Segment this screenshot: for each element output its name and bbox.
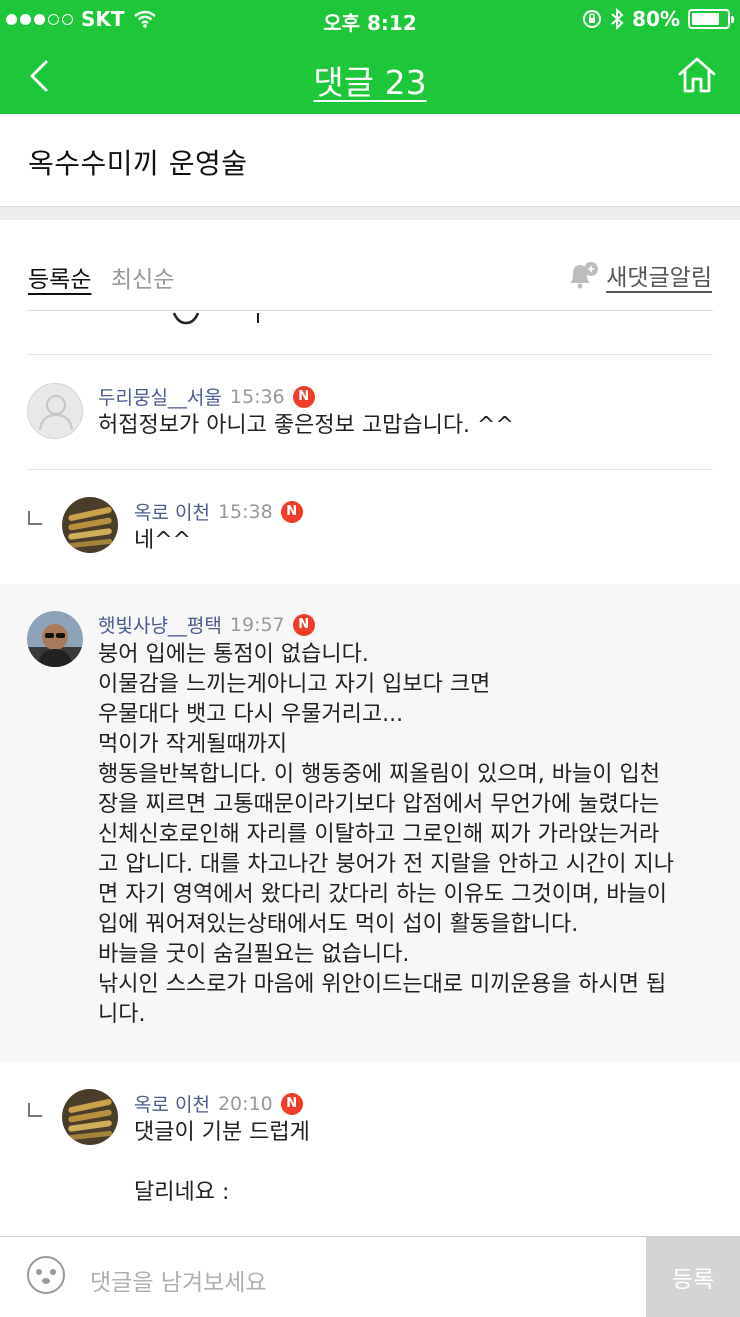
status-right: 80% [582, 7, 734, 31]
comment-item: 햇빛사냥__평택 19:57 N 붕어 입에는 통점이 없습니다. 이물감을 느… [0, 584, 740, 1062]
nav-bar: 댓글 23 [0, 40, 740, 114]
avatar[interactable] [27, 383, 83, 439]
avatar[interactable] [62, 497, 118, 553]
comment-meta: 햇빛사냥__평택 19:57 N [98, 611, 315, 638]
sort-by-registration-tab[interactable]: 등록순 [28, 260, 91, 294]
author-name[interactable]: 햇빛사냥__평택 [98, 611, 222, 638]
new-badge: N [292, 385, 315, 408]
comment-item: 두리뭉실__서울 15:36 N 허접정보가 아니고 좋은정보 고맙습니다. ^… [0, 355, 740, 469]
comment-meta: 옥로 이천 15:38 N [134, 498, 303, 525]
comment-meta: 옥로 이천 20:10 N [134, 1090, 303, 1117]
previous-comment-fragment [0, 311, 740, 355]
comment-text: 붕어 입에는 통점이 없습니다. 이물감을 느끼는게아니고 자기 입보다 크면 … [98, 642, 674, 1027]
avatar-photo [27, 611, 83, 667]
post-title[interactable]: 옥수수미끼 운영술 [0, 114, 740, 206]
battery-percent: 80% [632, 7, 680, 31]
battery-icon [688, 9, 734, 29]
new-comment-alert-label: 새댓글알림 [606, 265, 712, 291]
author-name[interactable]: 옥로 이천 [134, 498, 210, 525]
status-bar: SKT 오후 8:12 80% [0, 0, 740, 40]
default-user-icon [39, 395, 73, 431]
sticker-icon[interactable] [26, 1255, 66, 1295]
avatar-photo [62, 497, 118, 553]
new-badge: N [280, 500, 303, 523]
sort-by-latest-tab[interactable]: 최신순 [111, 260, 174, 294]
comment-text: 네^^ [134, 528, 192, 553]
comment-time: 15:36 [229, 385, 285, 408]
reply-item: 옥로 이천 20:10 N 댓글이 기분 드럽게 달리네요 : [0, 1062, 740, 1236]
new-badge: N [292, 613, 315, 636]
new-comment-alert-button[interactable]: 새댓글알림 [566, 258, 712, 292]
cut-off-content [172, 312, 259, 325]
author-name[interactable]: 두리뭉실__서울 [98, 383, 222, 410]
comment-meta: 두리뭉실__서울 15:36 N [98, 383, 315, 410]
submit-button[interactable]: 등록 [646, 1237, 740, 1317]
section-divider [0, 206, 740, 220]
bell-icon [570, 262, 599, 289]
author-name[interactable]: 옥로 이천 [134, 1090, 210, 1117]
reply-arrow-icon [28, 511, 42, 525]
page-title: 댓글 23 [313, 63, 427, 102]
avatar[interactable] [62, 1089, 118, 1145]
comment-text: 댓글이 기분 드럽게 달리네요 : [134, 1120, 310, 1205]
home-icon[interactable] [676, 54, 718, 96]
battery-level [692, 13, 720, 25]
comment-time: 20:10 [217, 1092, 273, 1115]
sort-row: 등록순 최신순 새댓글알림 [0, 220, 740, 310]
comment-input[interactable]: 댓글을 남겨보세요 [90, 1263, 267, 1297]
reply-item: 옥로 이천 15:38 N 네^^ [0, 470, 740, 584]
avatar[interactable] [27, 611, 83, 667]
comment-time: 19:57 [229, 613, 285, 636]
bluetooth-icon [611, 8, 624, 30]
avatar-photo [62, 1089, 118, 1145]
orientation-lock-icon [583, 10, 602, 28]
comment-time: 15:38 [217, 500, 273, 523]
reply-arrow-icon [28, 1103, 42, 1117]
new-badge: N [280, 1092, 303, 1115]
comment-input-bar: 댓글을 남겨보세요 등록 [0, 1236, 740, 1317]
comment-text: 허접정보가 아니고 좋은정보 고맙습니다. ^^ [98, 413, 514, 438]
